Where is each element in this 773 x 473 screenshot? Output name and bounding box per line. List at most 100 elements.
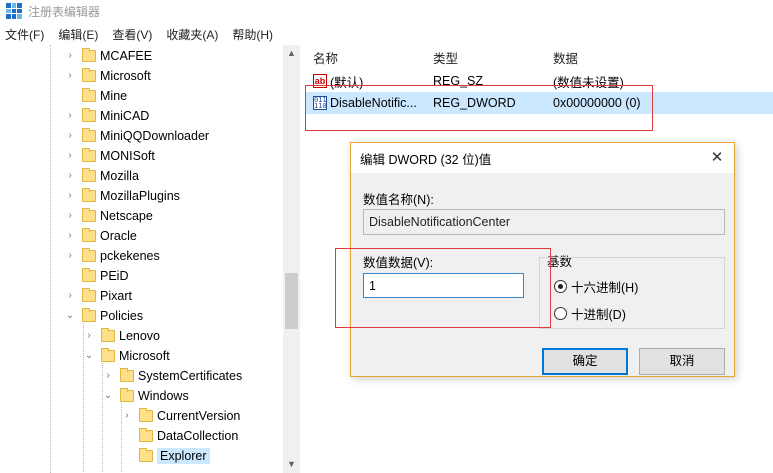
scroll-thumb[interactable] [285, 273, 298, 329]
tree-item[interactable]: › Pixart [64, 286, 132, 306]
chevron-right-icon[interactable]: › [64, 250, 76, 262]
ok-button[interactable]: 确定 [542, 348, 628, 375]
regedit-icon [6, 3, 22, 19]
folder-icon [139, 408, 153, 422]
tree-item[interactable]: Explorer [121, 446, 210, 466]
tree-item-label: pckekenes [100, 249, 160, 263]
tree-item-label: MONISoft [100, 149, 155, 163]
chevron-right-icon[interactable]: › [64, 230, 76, 242]
chevron-right-icon[interactable]: › [64, 110, 76, 122]
list-item[interactable]: ab (默认) REG_SZ (数值未设置) [305, 70, 773, 92]
folder-icon [82, 88, 96, 102]
binary-value-icon: 011 110 [313, 96, 327, 110]
tree-item[interactable]: ⌄ Policies [64, 306, 143, 326]
dialog-title: 编辑 DWORD (32 位)值 [360, 152, 492, 167]
chevron-down-icon[interactable]: ⌄ [83, 350, 95, 362]
folder-icon [82, 188, 96, 202]
radio-hex[interactable]: 十六进制(H) [554, 277, 638, 296]
tree-item-label: Policies [100, 309, 144, 323]
close-icon[interactable]: ✕ [708, 149, 726, 167]
menu-favorites[interactable]: 收藏夹(A) [166, 26, 218, 43]
tree-item-label: DataCollection [157, 429, 239, 443]
tree-item-label: SystemCertificates [138, 369, 243, 383]
radio-decimal[interactable]: 十进制(D) [554, 304, 626, 323]
tree-item[interactable]: › MiniCAD [64, 106, 149, 126]
folder-icon [120, 368, 134, 382]
chevron-right-icon[interactable]: › [121, 410, 133, 422]
tree-scrollbar[interactable]: ▲ ▼ [283, 45, 300, 473]
chevron-right-icon[interactable]: › [64, 50, 76, 62]
tree-item-label: Mine [100, 89, 128, 103]
folder-icon [139, 448, 153, 462]
folder-icon [82, 268, 96, 282]
registry-tree[interactable]: › MCAFEE › Microsoft Mine › MiniCAD › MiniQQDown… [0, 45, 300, 473]
folder-icon [82, 288, 96, 302]
folder-icon [82, 108, 96, 122]
folder-icon [139, 428, 153, 442]
value-name-field: DisableNotificationCenter [363, 209, 725, 235]
menu-view[interactable]: 查看(V) [112, 26, 152, 43]
tree-item[interactable]: › Oracle [64, 226, 137, 246]
column-data[interactable]: 数据 [553, 48, 578, 67]
chevron-right-icon[interactable]: › [64, 190, 76, 202]
tree-item-label: Lenovo [119, 329, 161, 343]
tree-item[interactable]: › MCAFEE [64, 46, 152, 66]
chevron-right-icon[interactable]: › [102, 370, 114, 382]
tree-item[interactable]: › pckekenes [64, 246, 160, 266]
tree-item[interactable]: DataCollection [121, 426, 238, 446]
column-type[interactable]: 类型 [433, 48, 458, 67]
chevron-right-icon[interactable]: › [83, 330, 95, 342]
string-value-icon: ab [313, 74, 327, 88]
value-data-label: 数值数据(V): [363, 256, 434, 270]
scroll-up-arrow-icon[interactable]: ▲ [283, 45, 300, 62]
tree-item-label: Oracle [100, 229, 137, 243]
menu-edit[interactable]: 编辑(E) [58, 26, 98, 43]
folder-icon [82, 228, 96, 242]
list-item[interactable]: 011 110 DisableNotific... REG_DWORD 0x0000… [305, 92, 773, 114]
tree-item[interactable]: › Lenovo [83, 326, 160, 346]
chevron-right-icon[interactable]: › [64, 210, 76, 222]
tree-item-label: CurrentVersion [157, 409, 241, 423]
cancel-button[interactable]: 取消 [639, 348, 725, 375]
tree-item[interactable]: › MiniQQDownloader [64, 126, 209, 146]
tree-item[interactable]: › Mozilla [64, 166, 139, 186]
menu-help[interactable]: 帮助(H) [232, 26, 273, 43]
chevron-right-icon[interactable]: › [64, 170, 76, 182]
value-data-input[interactable] [363, 273, 524, 298]
column-name[interactable]: 名称 [313, 48, 338, 67]
scroll-down-arrow-icon[interactable]: ▼ [283, 456, 300, 473]
tree-item-label: Microsoft [100, 69, 151, 83]
tree-item[interactable]: › Microsoft [64, 66, 151, 86]
chevron-down-icon[interactable]: ⌄ [64, 310, 76, 322]
title-bar: 注册表编辑器 [0, 0, 773, 22]
tree-item[interactable]: PEiD [64, 266, 128, 286]
chevron-right-icon[interactable]: › [64, 70, 76, 82]
tree-item[interactable]: › CurrentVersion [121, 406, 240, 426]
menu-file[interactable]: 文件(F) [5, 26, 44, 43]
radio-unselected-icon[interactable] [554, 307, 567, 320]
chevron-down-icon[interactable]: ⌄ [102, 390, 114, 402]
chevron-right-icon[interactable]: › [64, 130, 76, 142]
tree-item[interactable]: › MozillaPlugins [64, 186, 180, 206]
folder-icon [101, 348, 115, 362]
chevron-right-icon[interactable]: › [64, 150, 76, 162]
folder-icon [101, 328, 115, 342]
tree-item[interactable]: ⌄ Windows [102, 386, 189, 406]
radio-selected-icon[interactable] [554, 280, 567, 293]
tree-item-label: Pixart [100, 289, 132, 303]
folder-icon [82, 248, 96, 262]
tree-item[interactable]: › Netscape [64, 206, 153, 226]
value-name-label: 数值名称(N): [363, 193, 434, 207]
tree-item-label: Netscape [100, 209, 153, 223]
chevron-right-icon[interactable]: › [64, 290, 76, 302]
window-title: 注册表编辑器 [28, 4, 101, 19]
tree-item[interactable]: › MONISoft [64, 146, 155, 166]
dialog-title-bar: 编辑 DWORD (32 位)值 [351, 143, 734, 173]
tree-item[interactable]: › SystemCertificates [102, 366, 242, 386]
tree-item[interactable]: ⌄ Microsoft [83, 346, 170, 366]
tree-item[interactable]: Mine [64, 86, 127, 106]
folder-icon [82, 68, 96, 82]
folder-icon [82, 128, 96, 142]
